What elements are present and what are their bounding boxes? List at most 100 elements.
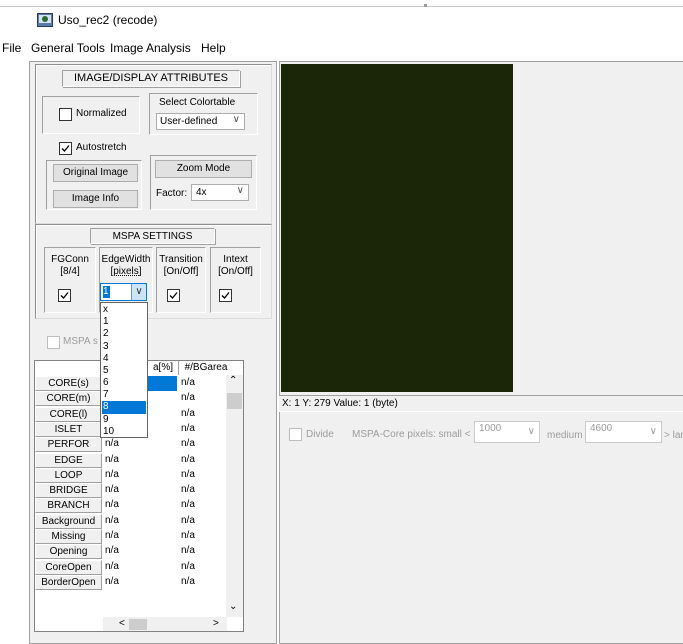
menu-general-tools[interactable]: General Tools: [31, 41, 105, 55]
normalized-checkbox[interactable]: [59, 108, 72, 121]
image-info-button[interactable]: Image Info: [53, 190, 138, 208]
table-cell-bgarea: n/a: [181, 392, 195, 404]
intext-checkbox[interactable]: [219, 289, 232, 302]
transition-value: [On/Off]: [163, 266, 199, 277]
edgewidth-option[interactable]: 4: [102, 353, 146, 365]
hscrollbar-thumb[interactable]: [129, 619, 147, 630]
image-display-header: IMAGE/DISPLAY ATTRIBUTES: [62, 70, 240, 87]
colortable-select[interactable]: User-defined ∨: [156, 113, 245, 130]
window-title: Uso_rec2 (recode): [58, 13, 158, 27]
table-cell-area: n/a: [105, 575, 119, 587]
intext-label: Intext: [223, 254, 248, 265]
table-cell-area: n/a: [105, 484, 119, 496]
edgewidth-option[interactable]: 3: [102, 341, 146, 353]
table-row-label: Missing: [35, 529, 102, 544]
original-image-button[interactable]: Original Image: [53, 164, 138, 182]
edgewidth-option[interactable]: 10: [102, 426, 146, 438]
menu-file[interactable]: File: [2, 41, 21, 55]
select-colortable-label: Select Colortable: [159, 97, 236, 108]
transition-label: Transition: [159, 254, 203, 265]
transition-checkbox[interactable]: [167, 289, 180, 302]
factor-label: Factor:: [156, 188, 188, 199]
edgewidth-option[interactable]: 8: [102, 401, 146, 414]
medium-label: medium: [547, 430, 583, 441]
mspa-s-label: MSPA s: [63, 336, 98, 347]
table-horizontal-scrollbar[interactable]: < >: [103, 617, 227, 631]
edgewidth-label: EdgeWidth: [101, 254, 151, 265]
divide-checkbox[interactable]: [289, 428, 302, 441]
normalized-label: Normalized: [76, 108, 127, 119]
table-row-label: Background: [35, 513, 102, 529]
edgewidth-option[interactable]: 9: [102, 414, 146, 426]
chevron-down-icon: ∨: [527, 426, 535, 437]
zoom-mode-button[interactable]: Zoom Mode: [155, 160, 252, 178]
scroll-left-icon[interactable]: <: [119, 618, 125, 629]
edgewidth-dropdown-list[interactable]: x 1 2 3 4 5 6 7 8 9 10: [100, 302, 148, 438]
core-pixels-label: MSPA-Core pixels: small <: [352, 429, 471, 440]
edgewidth-select[interactable]: 1 ∨: [100, 283, 147, 301]
fgconn-label: FGConn: [51, 254, 89, 265]
table-row-label: EDGE: [35, 452, 102, 468]
chevron-down-icon: ∨: [236, 185, 244, 196]
fgconn-checkbox[interactable]: [58, 289, 71, 302]
scroll-up-icon[interactable]: ⌃: [229, 375, 237, 386]
edgewidth-option[interactable]: 2: [102, 328, 146, 340]
mspa-settings-header: MSPA SETTINGS: [90, 228, 215, 244]
menu-help[interactable]: Help: [201, 41, 226, 55]
medium-value: 4600: [590, 423, 613, 434]
factor-select[interactable]: 4x ∨: [191, 184, 249, 201]
menu-bar: File General Tools Image Analysis Help: [0, 39, 683, 57]
edgewidth-value: 1: [103, 286, 110, 298]
small-threshold-select[interactable]: 1000 ∨: [474, 421, 540, 443]
table-cell-area: n/a: [105, 453, 119, 465]
table-cell-bgarea: n/a: [181, 575, 195, 587]
table-cell-bgarea: n/a: [181, 422, 195, 434]
table-cell-bgarea: n/a: [181, 468, 195, 480]
table-cell-area: n/a: [105, 514, 119, 526]
autostretch-checkbox[interactable]: [59, 142, 72, 155]
resize-notch: [424, 4, 427, 7]
table-cell-bgarea: n/a: [181, 545, 195, 557]
edgewidth-option[interactable]: x: [102, 304, 146, 316]
table-cell-bgarea: n/a: [181, 438, 195, 450]
table-cell-bgarea: n/a: [181, 484, 195, 496]
chevron-down-icon: ∨: [232, 114, 240, 125]
intext-value: [On/Off]: [218, 266, 253, 277]
factor-value: 4x: [196, 187, 207, 198]
table-row-label: ISLET: [35, 421, 102, 437]
table-cell-area: n/a: [105, 560, 119, 572]
status-bar: X: 1 Y: 279 Value: 1 (byte): [279, 395, 683, 412]
chevron-down-icon[interactable]: ∨: [131, 284, 146, 300]
table-cell-bgarea: n/a: [181, 453, 195, 465]
table-row-label: CORE(l): [35, 406, 102, 422]
edgewidth-option[interactable]: 7: [102, 389, 146, 401]
table-row-label: BorderOpen: [35, 574, 102, 590]
table-cell-area: n/a: [105, 468, 119, 480]
table-cell-area: n/a: [105, 545, 119, 557]
scrollbar-thumb[interactable]: [227, 393, 242, 409]
table-cell-area: n/a: [105, 499, 119, 511]
table-vertical-scrollbar[interactable]: ⌃ ⌄: [226, 375, 243, 617]
edgewidth-option[interactable]: 1: [102, 316, 146, 328]
image-viewer[interactable]: [281, 64, 513, 392]
edgewidth-option[interactable]: 5: [102, 365, 146, 377]
edgewidth-unit: [pixels]: [110, 266, 142, 277]
mspa-s-checkbox[interactable]: [47, 336, 60, 349]
table-row-label: CORE(s): [35, 376, 102, 391]
autostretch-label: Autostretch: [76, 142, 127, 153]
table-row-label: PERFOR: [35, 437, 102, 453]
table-cell-area: n/a: [105, 438, 119, 450]
menu-image-analysis[interactable]: Image Analysis: [110, 41, 191, 55]
colortable-value: User-defined: [160, 116, 218, 127]
chevron-down-icon: ∨: [649, 426, 657, 437]
fgconn-value: [8/4]: [60, 266, 80, 277]
table-cell-bgarea: n/a: [181, 560, 195, 572]
edgewidth-option[interactable]: 6: [102, 377, 146, 389]
table-row-label: CoreOpen: [35, 559, 102, 575]
medium-threshold-select[interactable]: 4600 ∨: [585, 421, 662, 443]
small-value: 1000: [479, 423, 502, 434]
col-header-bgarea: #/BGarea: [178, 361, 233, 375]
scroll-down-icon[interactable]: ⌄: [229, 601, 237, 612]
table-cell-area: n/a: [105, 530, 119, 541]
scroll-right-icon[interactable]: >: [213, 618, 219, 629]
